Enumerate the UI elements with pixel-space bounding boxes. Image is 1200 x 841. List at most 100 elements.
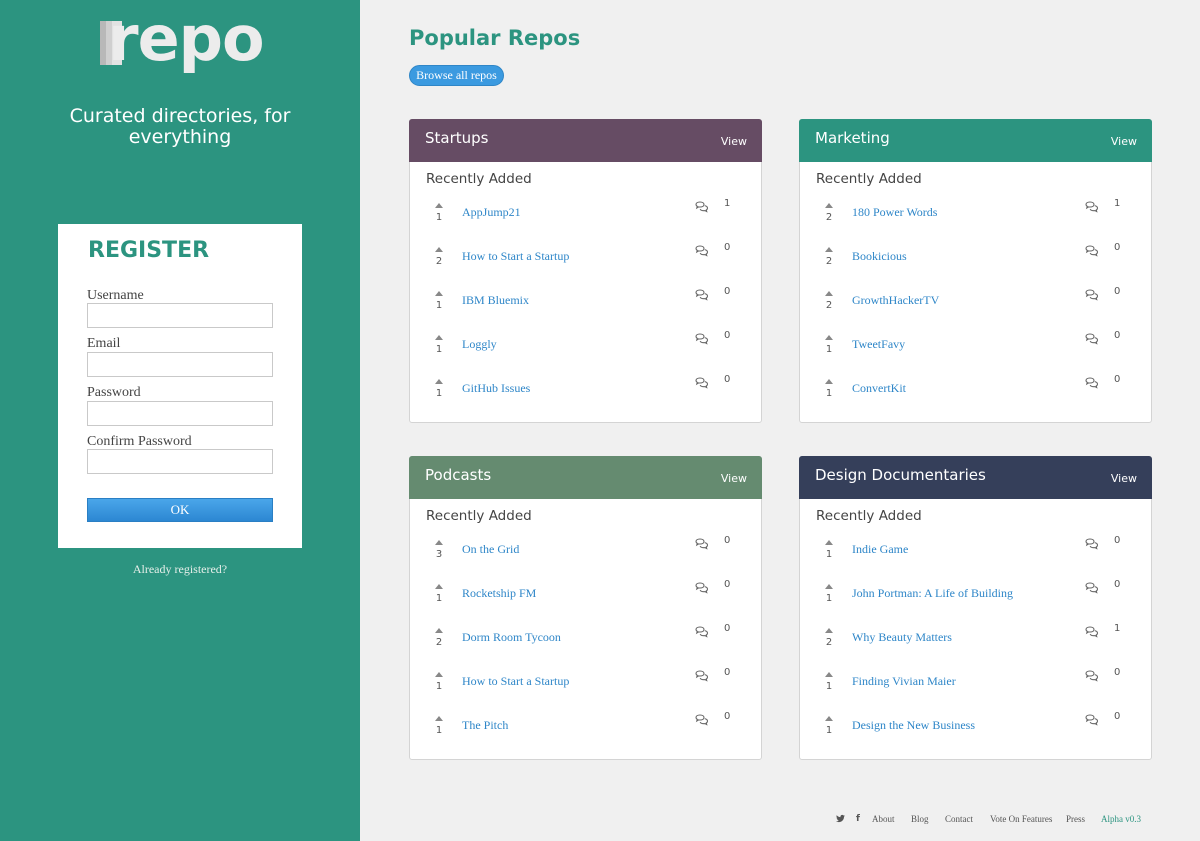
ok-button[interactable]: OK: [87, 498, 273, 522]
browse-all-repos-button[interactable]: Browse all repos: [409, 65, 504, 86]
upvote-arrow-icon[interactable]: [825, 379, 833, 384]
upvote-arrow-icon[interactable]: [825, 628, 833, 633]
comment-icon[interactable]: [1084, 670, 1100, 684]
upvote-arrow-icon[interactable]: [435, 584, 443, 589]
upvote-arrow-icon[interactable]: [435, 716, 443, 721]
upvote-arrow-icon[interactable]: [825, 540, 833, 545]
item-link[interactable]: 180 Power Words: [852, 205, 937, 220]
confirm-password-input[interactable]: [87, 449, 273, 474]
comment-icon[interactable]: [694, 626, 710, 640]
item-link[interactable]: Finding Vivian Maier: [852, 674, 956, 689]
comment-icon[interactable]: [694, 538, 710, 552]
upvote-arrow-icon[interactable]: [435, 247, 443, 252]
comment-icon[interactable]: [1084, 201, 1100, 215]
item-link[interactable]: TweetFavy: [852, 337, 905, 352]
upvote-arrow-icon[interactable]: [435, 335, 443, 340]
upvote-arrow-icon[interactable]: [825, 672, 833, 677]
repo-logo[interactable]: repo: [100, 2, 265, 86]
repo-card: Startups View Recently Added 1 AppJump21 1 2 Ho…: [409, 119, 762, 423]
item-link[interactable]: IBM Bluemix: [462, 293, 529, 308]
card-view-link[interactable]: View: [1111, 472, 1137, 485]
comment-icon[interactable]: [1084, 245, 1100, 259]
comment-count: 0: [1114, 374, 1121, 385]
comment-icon[interactable]: [1084, 377, 1100, 391]
list-item: 2 180 Power Words 1: [800, 198, 1151, 247]
vote-count: 2: [825, 637, 833, 648]
item-link[interactable]: The Pitch: [462, 718, 508, 733]
card-view-link[interactable]: View: [1111, 135, 1137, 148]
username-label: Username: [87, 288, 144, 303]
comment-icon[interactable]: [694, 333, 710, 347]
card-title[interactable]: Marketing: [815, 129, 890, 147]
card-title[interactable]: Startups: [425, 129, 489, 147]
card-view-link[interactable]: View: [721, 472, 747, 485]
comment-icon[interactable]: [694, 245, 710, 259]
upvote-arrow-icon[interactable]: [435, 203, 443, 208]
card-title[interactable]: Design Documentaries: [815, 466, 986, 484]
footer-link-press[interactable]: Press: [1066, 814, 1085, 824]
item-link[interactable]: John Portman: A Life of Building: [852, 586, 1013, 601]
comment-count: 0: [1114, 286, 1121, 297]
comment-icon[interactable]: [1084, 626, 1100, 640]
comment-count: 0: [724, 242, 731, 253]
tagline: Curated directories, for everything: [69, 105, 291, 148]
comment-icon[interactable]: [694, 289, 710, 303]
facebook-icon[interactable]: f: [856, 814, 860, 824]
card-title[interactable]: Podcasts: [425, 466, 491, 484]
footer-link-about[interactable]: About: [872, 814, 895, 824]
item-link[interactable]: On the Grid: [462, 542, 519, 557]
upvote-arrow-icon[interactable]: [825, 716, 833, 721]
footer-link-contact[interactable]: Contact: [945, 814, 973, 824]
comment-icon[interactable]: [1084, 333, 1100, 347]
item-link[interactable]: GrowthHackerTV: [852, 293, 939, 308]
comment-icon[interactable]: [694, 201, 710, 215]
upvote-arrow-icon[interactable]: [435, 672, 443, 677]
username-input[interactable]: [87, 303, 273, 328]
vote-count: 2: [825, 212, 833, 223]
comment-icon[interactable]: [1084, 582, 1100, 596]
item-link[interactable]: How to Start a Startup: [462, 249, 569, 264]
footer-link-vote-on-features[interactable]: Vote On Features: [990, 814, 1052, 824]
upvote-arrow-icon[interactable]: [825, 584, 833, 589]
item-link[interactable]: AppJump21: [462, 205, 521, 220]
item-link[interactable]: Rocketship FM: [462, 586, 536, 601]
comment-count: 0: [724, 667, 731, 678]
card-view-link[interactable]: View: [721, 135, 747, 148]
upvote-arrow-icon[interactable]: [435, 291, 443, 296]
item-link[interactable]: GitHub Issues: [462, 381, 530, 396]
upvote-arrow-icon[interactable]: [825, 291, 833, 296]
item-link[interactable]: Indie Game: [852, 542, 908, 557]
comment-icon[interactable]: [1084, 538, 1100, 552]
twitter-icon[interactable]: [836, 814, 845, 825]
item-link[interactable]: Why Beauty Matters: [852, 630, 952, 645]
upvote-arrow-icon[interactable]: [435, 379, 443, 384]
item-link[interactable]: Dorm Room Tycoon: [462, 630, 561, 645]
comment-icon[interactable]: [694, 670, 710, 684]
vote-count: 1: [825, 344, 833, 355]
item-link[interactable]: Bookicious: [852, 249, 907, 264]
comment-icon[interactable]: [694, 582, 710, 596]
repo-card: Podcasts View Recently Added 3 On the Grid 0 1…: [409, 456, 762, 760]
comment-icon[interactable]: [1084, 289, 1100, 303]
upvote-arrow-icon[interactable]: [435, 540, 443, 545]
upvote-arrow-icon[interactable]: [825, 335, 833, 340]
email-input[interactable]: [87, 352, 273, 377]
comment-icon[interactable]: [694, 377, 710, 391]
password-input[interactable]: [87, 401, 273, 426]
confirm-password-label: Confirm Password: [87, 434, 192, 449]
comment-icon[interactable]: [694, 714, 710, 728]
upvote-arrow-icon[interactable]: [435, 628, 443, 633]
comment-icon[interactable]: [1084, 714, 1100, 728]
comment-count: 0: [724, 623, 731, 634]
already-registered-link[interactable]: Already registered?: [0, 562, 360, 577]
footer-link-blog[interactable]: Blog: [911, 814, 929, 824]
item-link[interactable]: How to Start a Startup: [462, 674, 569, 689]
upvote-arrow-icon[interactable]: [825, 203, 833, 208]
sidebar: repo Curated directories, for everything…: [0, 0, 360, 841]
item-link[interactable]: Design the New Business: [852, 718, 975, 733]
item-link[interactable]: Loggly: [462, 337, 497, 352]
list-item: 1 Design the New Business 0: [800, 711, 1151, 760]
upvote-arrow-icon[interactable]: [825, 247, 833, 252]
register-title: REGISTER: [88, 238, 210, 263]
item-link[interactable]: ConvertKit: [852, 381, 906, 396]
